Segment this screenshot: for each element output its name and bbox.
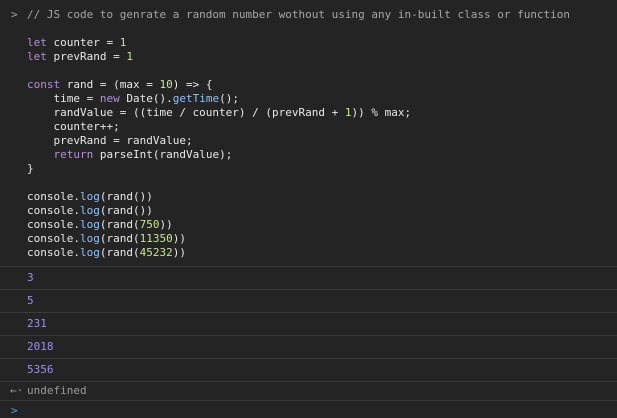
code-line: counter++; <box>27 120 617 134</box>
code-line: const rand = (max = 10) => { <box>27 78 617 92</box>
console-output-row: 5 <box>0 290 617 313</box>
code-token: console. <box>27 232 80 245</box>
code-line: console.log(rand()) <box>27 190 617 204</box>
return-value-row: ←· undefined <box>0 382 617 401</box>
code-token: parseInt(randValue); <box>93 148 233 161</box>
code-token: console. <box>27 204 80 217</box>
prompt-chevron-icon: > <box>11 404 18 417</box>
code-token: )) <box>159 218 173 231</box>
console-input-entry[interactable]: > // JS code to genrate a random number … <box>0 0 617 267</box>
console-output-row: 2018 <box>0 336 617 359</box>
code-token: log <box>79 204 100 217</box>
code-line: let counter = 1 <box>27 36 617 50</box>
console-output-row: 5356 <box>0 359 617 382</box>
code-token: )) % max; <box>351 106 412 119</box>
chevron-right-icon: > <box>11 8 18 21</box>
code-token: console. <box>27 218 80 231</box>
return-value-text: undefined <box>27 384 87 397</box>
code-line: // JS code to genrate a random number wo… <box>27 8 617 22</box>
code-token: 10 <box>159 78 173 91</box>
code-token: ) => { <box>172 78 213 91</box>
code-token: 1 <box>344 106 352 119</box>
code-block[interactable]: // JS code to genrate a random number wo… <box>0 8 617 260</box>
code-token: (rand()) <box>99 204 153 217</box>
code-token: log <box>79 190 100 203</box>
console-output-row: 231 <box>0 313 617 336</box>
code-token: counter++; <box>27 120 120 133</box>
code-token: randValue = ((time / counter) / (prevRan… <box>27 106 345 119</box>
code-token: Date(). <box>119 92 173 105</box>
code-token: counter = <box>46 36 120 49</box>
console-output-row: 3 <box>0 267 617 290</box>
code-token: (rand()) <box>99 190 153 203</box>
code-token: const <box>27 78 61 91</box>
code-token: 1 <box>119 36 127 49</box>
code-line: console.log(rand(750)) <box>27 218 617 232</box>
code-token: getTime <box>172 92 220 105</box>
code-token: log <box>79 232 100 245</box>
code-token: )) <box>172 246 186 259</box>
code-token: (rand( <box>99 232 140 245</box>
code-line: time = new Date().getTime(); <box>27 92 617 106</box>
console-input-field[interactable] <box>27 402 587 418</box>
code-token: 11350 <box>139 232 173 245</box>
code-token: let <box>27 36 47 49</box>
code-line: prevRand = randValue; <box>27 134 617 148</box>
code-token: 750 <box>139 218 160 231</box>
code-token: (rand( <box>99 218 140 231</box>
code-line: randValue = ((time / counter) / (prevRan… <box>27 106 617 120</box>
code-line: } <box>27 162 617 176</box>
code-token: time = <box>27 92 100 105</box>
devtools-console: > // JS code to genrate a random number … <box>0 0 617 418</box>
code-token: return <box>53 148 94 161</box>
code-line: let prevRand = 1 <box>27 50 617 64</box>
code-line: console.log(rand(45232)) <box>27 246 617 260</box>
code-token: } <box>27 162 34 175</box>
code-token: console. <box>27 190 80 203</box>
code-token: prevRand = <box>46 50 127 63</box>
code-token: (); <box>219 92 239 105</box>
code-token: 45232 <box>139 246 173 259</box>
return-arrow-icon: ←· <box>10 384 24 397</box>
console-prompt[interactable]: > <box>0 401 617 418</box>
code-token: console. <box>27 246 80 259</box>
code-token: )) <box>172 232 186 245</box>
code-line: return parseInt(randValue); <box>27 148 617 162</box>
code-token: rand = (max = <box>60 78 160 91</box>
code-token: // JS code to genrate a random number wo… <box>27 8 571 21</box>
code-token: (rand( <box>99 246 140 259</box>
code-token: let <box>27 50 47 63</box>
code-token: log <box>79 246 100 259</box>
console-output-list: 3 5 231 2018 5356 <box>0 267 617 382</box>
code-token: prevRand = randValue; <box>27 134 193 147</box>
code-line: console.log(rand(11350)) <box>27 232 617 246</box>
code-token: log <box>79 218 100 231</box>
code-line: console.log(rand()) <box>27 204 617 218</box>
code-token: new <box>99 92 120 105</box>
code-token: 1 <box>126 50 133 63</box>
